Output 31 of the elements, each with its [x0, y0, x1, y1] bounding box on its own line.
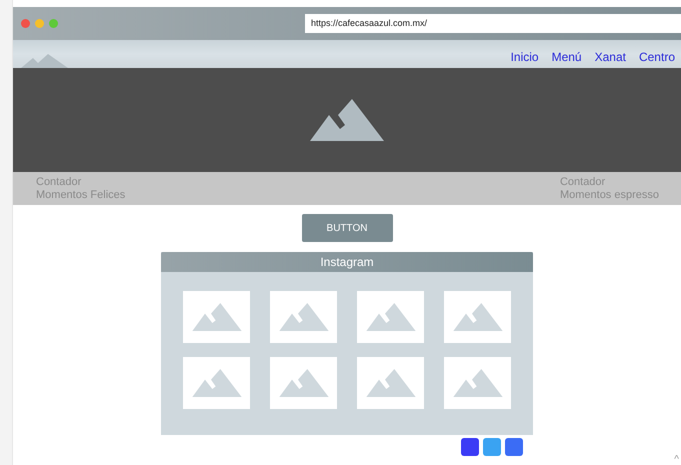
- nav-link[interactable]: Xanat: [594, 48, 626, 66]
- image-placeholder[interactable]: [270, 291, 337, 343]
- image-placeholder[interactable]: [270, 357, 337, 409]
- nav-link[interactable]: Menú: [552, 48, 582, 66]
- image-placeholder[interactable]: [444, 291, 511, 343]
- mountain-icon: [278, 369, 330, 397]
- mountain-icon: [452, 369, 504, 397]
- counter-title: Contador: [560, 176, 606, 189]
- counter-label: Momentos espresso: [560, 189, 659, 202]
- social-button[interactable]: [505, 438, 523, 456]
- mountain-icon: [364, 369, 416, 397]
- image-placeholder[interactable]: [183, 291, 250, 343]
- mountain-icon: [364, 303, 416, 331]
- url-field[interactable]: https://cafecasaazul.com.mx/: [305, 14, 681, 33]
- instagram-header: Instagram: [161, 252, 533, 272]
- nav-link[interactable]: Centro: [638, 48, 675, 66]
- social-button[interactable]: [483, 438, 501, 456]
- image-placeholder[interactable]: [357, 357, 424, 409]
- mountain-icon: [310, 99, 384, 141]
- mountain-icon: [190, 369, 242, 397]
- social-button[interactable]: [461, 438, 479, 456]
- image-placeholder[interactable]: [357, 291, 424, 343]
- button[interactable]: BUTTON: [302, 214, 392, 242]
- image-placeholder[interactable]: [183, 357, 250, 409]
- image-placeholder[interactable]: [444, 357, 511, 409]
- mountain-icon: [190, 303, 242, 331]
- counter-label: Momentos Felices: [36, 189, 126, 202]
- nav-link[interactable]: Inicio: [510, 48, 539, 66]
- counter-title: Contador: [36, 176, 82, 189]
- mountain-icon: [452, 303, 504, 331]
- mountain-icon: [278, 303, 330, 331]
